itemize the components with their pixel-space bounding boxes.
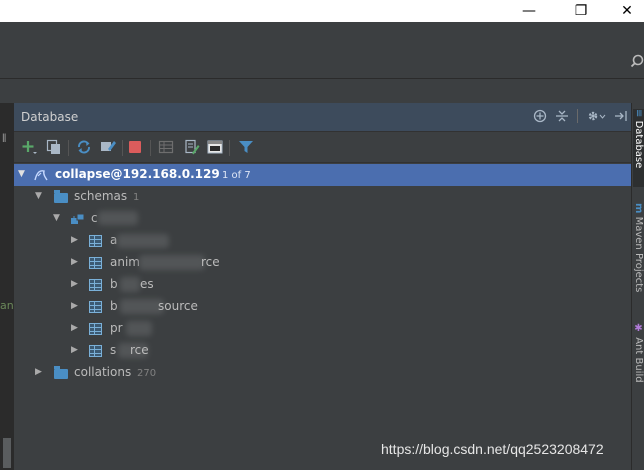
schema-icon bbox=[70, 211, 86, 230]
editor-code-fragment: an bbox=[0, 299, 14, 312]
tree-schemas-row[interactable]: ▼ schemas 1 bbox=[14, 186, 632, 208]
redacted-text bbox=[126, 321, 152, 336]
navigation-bar bbox=[0, 48, 644, 79]
restore-button[interactable]: ❐ bbox=[558, 0, 604, 22]
add-source-icon[interactable] bbox=[533, 109, 547, 126]
structure-marker-icon: ǁ bbox=[2, 133, 7, 143]
collations-count: 270 bbox=[137, 368, 157, 379]
expand-arrow-icon[interactable]: ▼ bbox=[35, 191, 42, 201]
scrollbar-thumb[interactable] bbox=[3, 438, 11, 468]
maven-icon: m bbox=[633, 203, 644, 214]
collapse-icon[interactable] bbox=[555, 109, 569, 126]
redacted-text bbox=[139, 255, 205, 270]
menu-bar bbox=[0, 22, 644, 49]
right-tool-strip: ≡ Database m Maven Projects ✱ Ant Build bbox=[631, 103, 644, 470]
panel-header: Database bbox=[14, 103, 632, 132]
tab-maven-projects[interactable]: m Maven Projects bbox=[633, 203, 644, 292]
expand-arrow-icon[interactable]: ▼ bbox=[18, 169, 25, 179]
header-separator bbox=[577, 109, 578, 123]
expand-arrow-icon[interactable]: ▶ bbox=[71, 301, 78, 311]
toolbar-separator bbox=[68, 140, 69, 156]
toolbar-separator bbox=[122, 140, 123, 156]
edit-icon[interactable] bbox=[184, 139, 200, 155]
settings-icon[interactable] bbox=[586, 109, 606, 126]
tree-connection-row[interactable]: ▼ collapse@192.168.0.129 1 of 7 bbox=[14, 164, 632, 186]
table-icon bbox=[89, 279, 102, 291]
folder-icon bbox=[54, 190, 68, 203]
expand-arrow-icon[interactable]: ▶ bbox=[71, 279, 78, 289]
add-icon[interactable] bbox=[21, 139, 37, 155]
table-row[interactable]: ▶ anim rce bbox=[14, 252, 632, 274]
redacted-text bbox=[120, 277, 140, 292]
table-label: b bbox=[110, 299, 118, 313]
connection-label: collapse@192.168.0.129 bbox=[55, 167, 220, 181]
table-row[interactable]: ▶ pr bbox=[14, 318, 632, 340]
connection-count: 1 of 7 bbox=[222, 170, 251, 181]
console-icon[interactable] bbox=[207, 139, 223, 155]
close-icon: ✕ bbox=[621, 3, 633, 19]
table-icon bbox=[89, 345, 102, 357]
restore-icon: ❐ bbox=[574, 3, 588, 19]
toolbar-separator bbox=[229, 140, 230, 156]
table-label: pr bbox=[110, 321, 123, 335]
properties-icon[interactable] bbox=[100, 139, 116, 155]
database-panel: Database ▼ collapse@192.168.0.129 1 of 7… bbox=[13, 103, 632, 470]
tab-database-label: Database bbox=[633, 120, 644, 169]
tab-database[interactable]: ≡ Database bbox=[633, 109, 644, 187]
search-everywhere-icon[interactable] bbox=[630, 53, 644, 71]
table-label-suffix: rce bbox=[201, 255, 220, 269]
table-icon bbox=[89, 235, 102, 247]
redacted-text bbox=[117, 234, 169, 248]
expand-arrow-icon[interactable]: ▶ bbox=[71, 345, 78, 355]
folder-icon bbox=[54, 366, 68, 379]
table-label: anim bbox=[110, 255, 140, 269]
table-label: b bbox=[110, 277, 118, 291]
toolbar-separator bbox=[150, 140, 151, 156]
table-label: s bbox=[110, 343, 117, 357]
table-icon bbox=[89, 301, 102, 313]
table-view-icon[interactable] bbox=[158, 139, 174, 155]
panel-toolbar bbox=[14, 132, 632, 163]
tab-ant-build[interactable]: ✱ Ant Build bbox=[633, 323, 644, 383]
table-icon bbox=[89, 257, 102, 269]
stop-icon[interactable] bbox=[127, 139, 143, 155]
table-icon bbox=[89, 323, 102, 335]
minimize-icon: — bbox=[522, 3, 536, 19]
schemas-count: 1 bbox=[133, 192, 140, 203]
database-tab-icon: ≡ bbox=[633, 109, 644, 118]
schema-label: c bbox=[91, 211, 98, 225]
tab-maven-label: Maven Projects bbox=[633, 216, 644, 293]
collations-label: collations bbox=[74, 365, 132, 379]
table-label-suffix: source bbox=[158, 299, 198, 313]
expand-arrow-icon[interactable]: ▶ bbox=[71, 235, 78, 245]
table-row[interactable]: ▶ a bbox=[14, 230, 632, 252]
close-button[interactable]: ✕ bbox=[604, 0, 644, 22]
redacted-text bbox=[98, 211, 138, 225]
expand-arrow-icon[interactable]: ▶ bbox=[71, 323, 78, 333]
tree-collations-row[interactable]: ▶ collations 270 bbox=[14, 362, 632, 384]
tab-ant-label: Ant Build bbox=[633, 337, 644, 383]
ant-icon: ✱ bbox=[633, 323, 644, 334]
table-label-suffix: rce bbox=[130, 343, 149, 357]
table-row[interactable]: ▶ b es bbox=[14, 274, 632, 296]
expand-arrow-icon[interactable]: ▶ bbox=[71, 257, 78, 267]
connection-icon bbox=[33, 167, 49, 186]
copy-icon[interactable] bbox=[46, 139, 62, 155]
expand-arrow-icon[interactable]: ▼ bbox=[53, 213, 60, 223]
table-row[interactable]: ▶ s rce bbox=[14, 340, 632, 362]
hide-icon[interactable] bbox=[614, 109, 628, 126]
minimize-button[interactable]: — bbox=[506, 0, 552, 22]
editor-tabs-area bbox=[0, 79, 644, 103]
tree-schema-row[interactable]: ▼ c bbox=[14, 208, 632, 230]
left-tool-strip: ǁ an bbox=[0, 103, 14, 470]
panel-title: Database bbox=[21, 110, 79, 124]
schemas-label: schemas bbox=[74, 189, 128, 203]
filter-icon[interactable] bbox=[238, 139, 254, 155]
table-label-suffix: es bbox=[140, 277, 154, 291]
expand-arrow-icon[interactable]: ▶ bbox=[35, 367, 42, 377]
refresh-icon[interactable] bbox=[76, 139, 92, 155]
watermark-text: https://blog.csdn.net/qq2523208472 bbox=[381, 441, 604, 457]
window-titlebar: — ❐ ✕ bbox=[0, 0, 644, 22]
table-row[interactable]: ▶ b source bbox=[14, 296, 632, 318]
